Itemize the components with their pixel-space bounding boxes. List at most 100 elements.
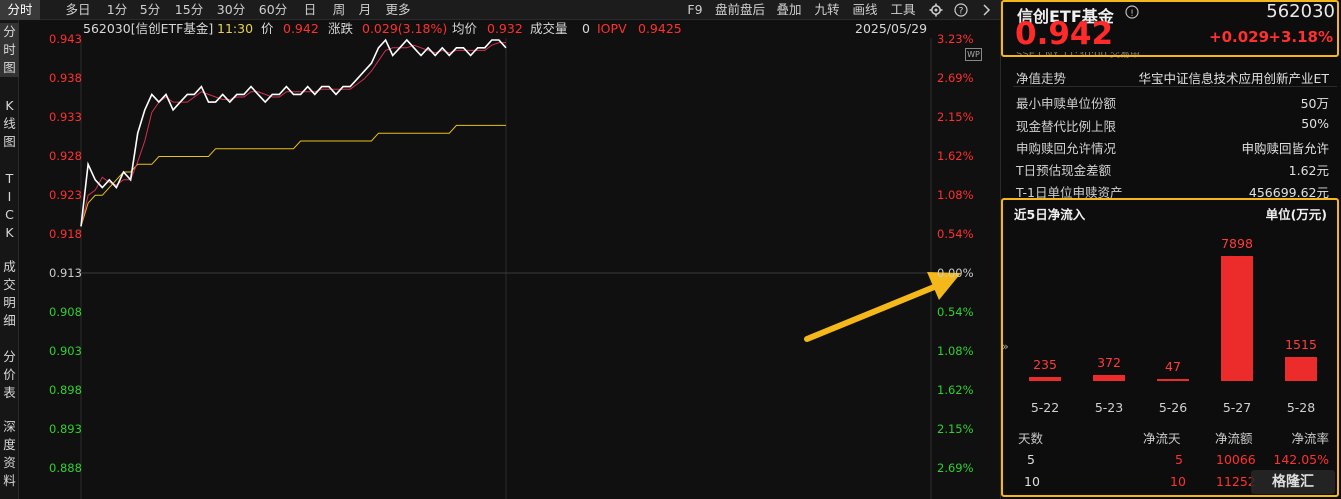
pct-tick: 2.15% [937, 422, 974, 436]
price-tick: 0.928 [49, 149, 82, 163]
highlight-box-quote [1001, 0, 1339, 57]
iopv-label: IOPV [597, 21, 627, 36]
cash-diff-value: 1.62元 [1288, 163, 1329, 178]
volume-label: 成交量 [530, 21, 568, 36]
netflow-bar [1029, 377, 1061, 381]
price-shadow-line [80, 42, 506, 227]
tab-30min[interactable]: 30分 [211, 0, 251, 20]
avg-label: 均价 [452, 21, 478, 36]
volume-value: 0 [582, 21, 590, 36]
pct-tick: 2.69% [937, 71, 974, 85]
change-value: 0.029(3.18%) [362, 21, 448, 36]
pct-tick: 0.54% [937, 227, 974, 241]
cash-ratio-label: 现金替代比例上限 [1016, 119, 1117, 134]
row5-inflow-amount: 10066 [1216, 452, 1256, 467]
min-unit-value: 50万 [1300, 96, 1329, 111]
netflow-title: 近5日净流入 [1014, 207, 1086, 222]
price-tick: 0.918 [49, 227, 82, 241]
help-icon[interactable]: ? [953, 0, 969, 20]
row10-inflow-amount: 11252 [1216, 474, 1256, 489]
pct-tick: 2.69% [937, 461, 974, 475]
wp-badge[interactable]: WP [965, 48, 982, 61]
netflow-bar-date: 5-28 [1286, 400, 1316, 415]
overlay-button[interactable]: 叠加 [772, 0, 806, 20]
col-inflow-amount: 净流额 [1215, 431, 1253, 446]
price-tick: 0.903 [49, 344, 82, 358]
watermark-logo: 格隆汇 [1251, 470, 1335, 494]
netflow-bar [1285, 357, 1317, 381]
tools-button[interactable]: 工具 [886, 0, 920, 20]
netflow-bar [1157, 379, 1189, 381]
premarket-button[interactable]: 盘前盘后 [710, 0, 770, 20]
netflow-bar-value: 372 [1097, 355, 1121, 371]
tab-day[interactable]: 日 [296, 0, 324, 20]
price-tick: 0.913 [49, 266, 82, 280]
nav-trade-detail[interactable]: 成 交 明 细 [0, 258, 19, 330]
tab-60min[interactable]: 60分 [253, 0, 293, 20]
annotation-arrow-shaft [804, 280, 947, 342]
price-tick: 0.923 [49, 188, 82, 202]
nav-timeshare[interactable]: 分 时 图 [0, 23, 19, 77]
netflow-bar-value: 1515 [1285, 337, 1317, 353]
netflow-bar-date: 5-22 [1030, 400, 1060, 415]
netflow-bar-value: 7898 [1221, 236, 1253, 251]
tab-timeshare[interactable]: 分时 [0, 0, 40, 20]
price-label: 价 [261, 21, 274, 36]
row5-inflow-days: 5 [1175, 452, 1183, 467]
row5-days: 5 [1027, 452, 1035, 467]
pct-tick: 1.62% [937, 383, 974, 397]
price-tick: 0.943 [49, 32, 82, 46]
pct-tick: 1.62% [937, 149, 974, 163]
nav-price-table[interactable]: 分 价 表 [0, 348, 19, 402]
col-inflow-days: 净流天 [1143, 431, 1181, 446]
nav-trend-value[interactable]: 华宝中证信息技术应用创新产业ET [1129, 68, 1329, 87]
pct-tick: 2.15% [937, 110, 974, 124]
price-tick: 0.888 [49, 461, 82, 475]
row10-days: 10 [1024, 474, 1040, 489]
col-inflow-rate: 净流率 [1291, 431, 1329, 446]
netflow-bar [1221, 256, 1253, 381]
tab-week[interactable]: 周 [325, 0, 353, 20]
price-tick: 0.938 [49, 71, 82, 85]
settings-icon[interactable] [928, 0, 944, 20]
nav-tick[interactable]: T I C K [0, 170, 19, 242]
date-value: 2025/05/29 [855, 21, 928, 36]
price-value: 0.942 [283, 21, 319, 36]
change-label: 涨跌 [328, 21, 354, 36]
subscribe-status-value: 申购赎回皆允许 [1241, 141, 1329, 156]
tab-1min[interactable]: 1分 [101, 0, 133, 20]
tab-more[interactable]: 更多 [378, 0, 418, 20]
price-tick: 0.933 [49, 110, 82, 124]
tab-multiday[interactable]: 多日 [58, 0, 98, 20]
pct-tick: 1.08% [937, 344, 974, 358]
draw-line-button[interactable]: 画线 [848, 0, 882, 20]
nav-trend-label: 净值走势 [1016, 71, 1067, 86]
tab-month[interactable]: 月 [351, 0, 379, 20]
nav-depth-info[interactable]: 深 度 资 料 [0, 418, 19, 490]
pct-tick: 0.00% [937, 266, 974, 280]
netflow-bar [1093, 375, 1125, 381]
tab-5min[interactable]: 5分 [134, 0, 166, 20]
intraday-chart[interactable]: WP [19, 38, 1000, 499]
col-days: 天数 [1018, 431, 1044, 446]
chevron-right-icon[interactable] [978, 0, 994, 20]
price-tick: 0.893 [49, 422, 82, 436]
subscribe-status-label: 申购赎回允许情况 [1016, 141, 1117, 156]
f9-button[interactable]: F9 [680, 0, 710, 20]
cash-diff-label: T日预估现金差额 [1016, 163, 1112, 178]
avg-value: 0.932 [487, 21, 523, 36]
expand-icon[interactable]: » [1002, 340, 1009, 353]
pct-tick: 1.08% [937, 188, 974, 202]
netflow-bar-date: 5-26 [1158, 400, 1188, 415]
cash-ratio-value: 50% [1301, 116, 1329, 131]
tab-15min[interactable]: 15分 [169, 0, 209, 20]
iopv-value: 0.9425 [638, 21, 682, 36]
netflow-bar-date: 5-23 [1094, 400, 1124, 415]
nine-turn-button[interactable]: 九转 [810, 0, 844, 20]
pct-tick: 3.23% [937, 32, 974, 46]
netflow-bar-value: 47 [1165, 359, 1181, 374]
left-navigation: 分 时 图 K 线 图 T I C K 成 交 明 细 分 价 表 深 度 资 … [0, 20, 19, 499]
right-panel: 信创ETF基金 ! 562030 0.942 +0.029 +3.18% SSE… [1000, 0, 1341, 499]
nav-kline[interactable]: K 线 图 [0, 97, 19, 151]
period-toolbar: 分时 多日 1分 5分 15分 30分 60分 日 周 月 更多 F9 盘前盘后… [0, 0, 1000, 20]
